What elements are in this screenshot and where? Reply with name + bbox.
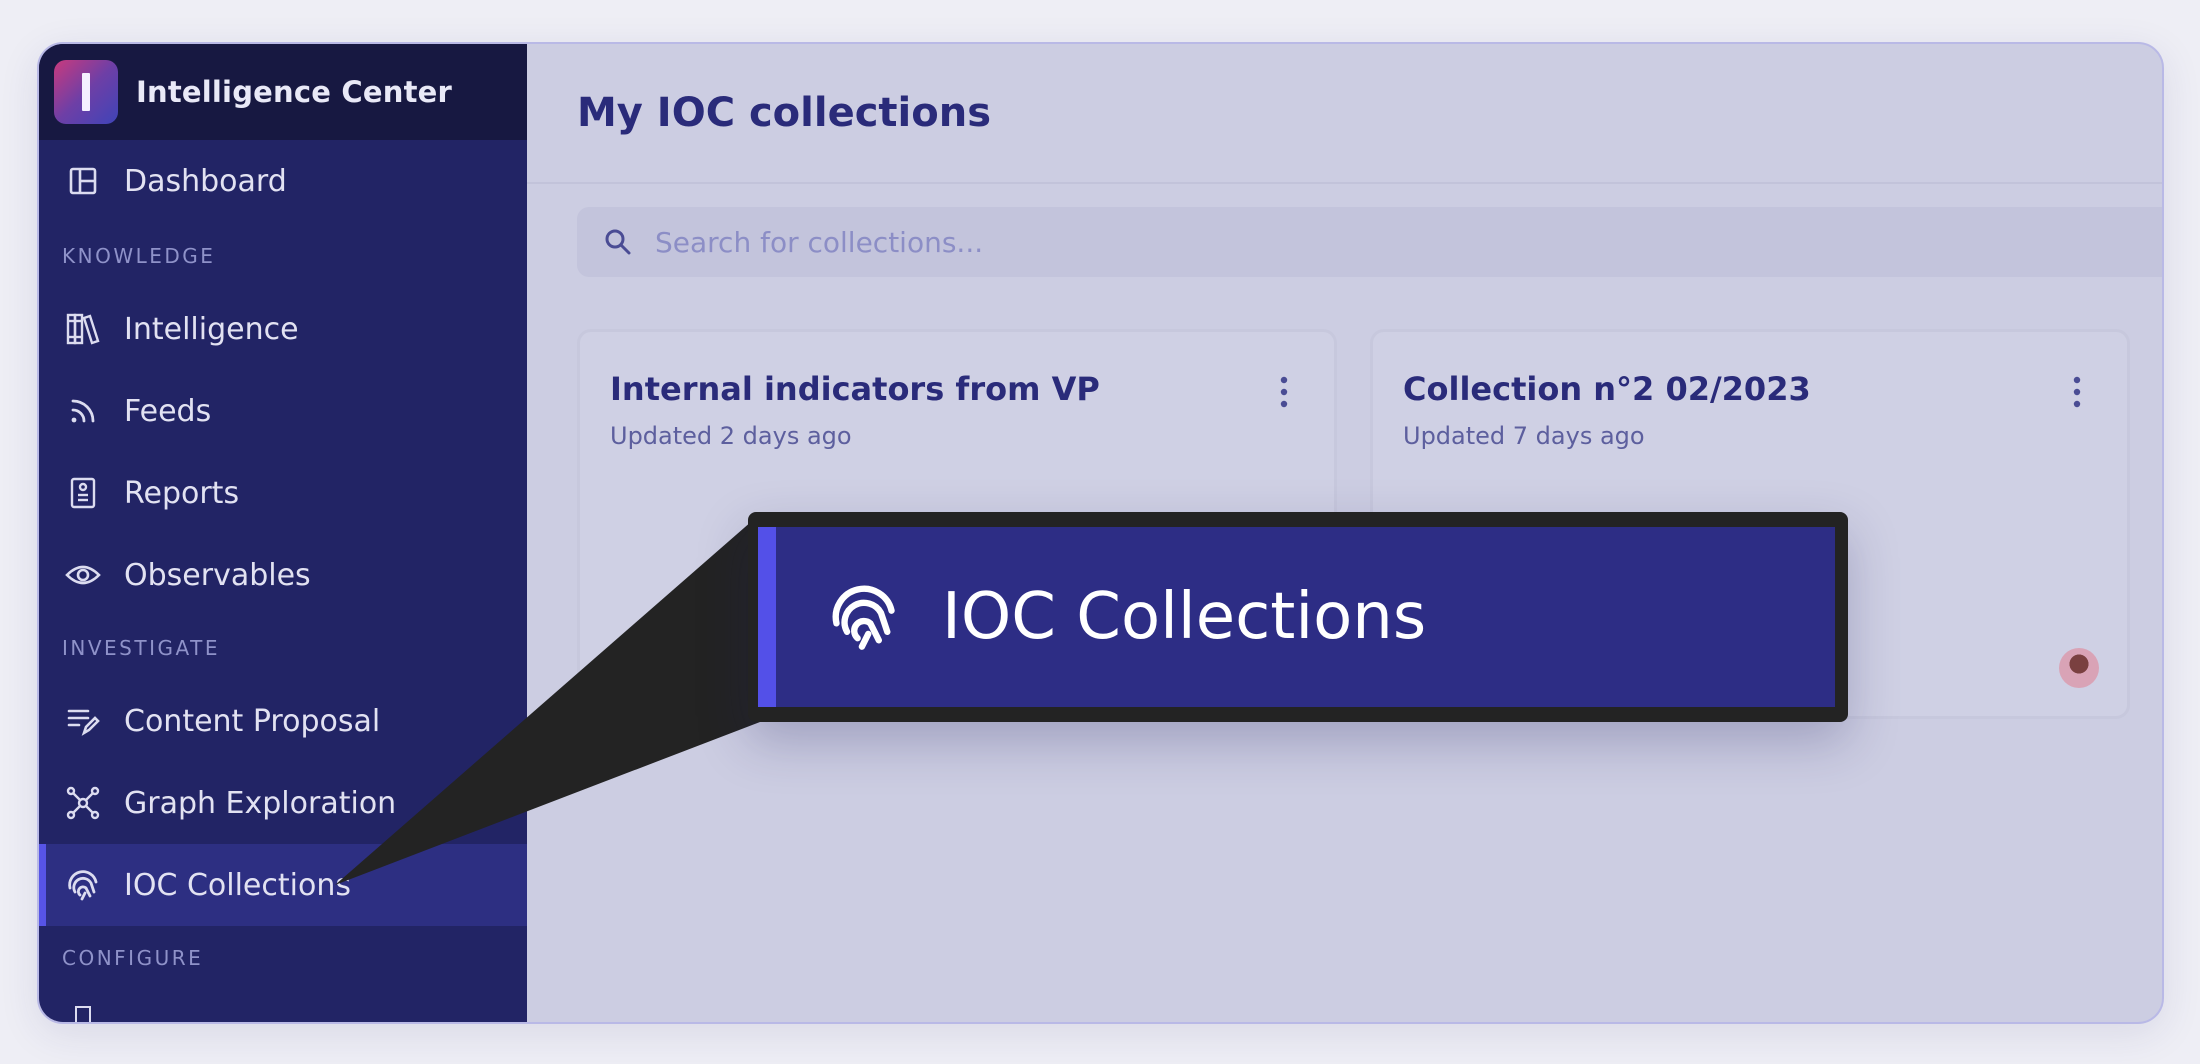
callout-zoom: IOC Collections	[748, 512, 1848, 722]
fingerprint-icon	[828, 581, 900, 653]
callout-label: IOC Collections	[942, 580, 1427, 654]
callout-highlight: IOC Collections	[758, 527, 1835, 707]
